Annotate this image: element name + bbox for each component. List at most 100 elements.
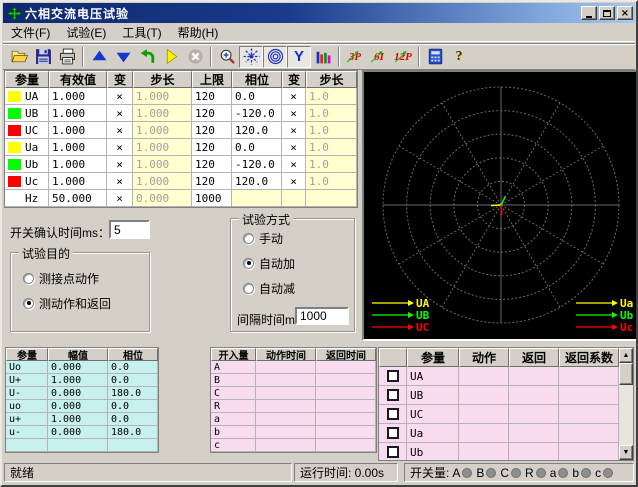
minimize-button[interactable]	[581, 6, 597, 20]
vary-toggle-cell[interactable]: ×	[282, 156, 306, 173]
print-button[interactable]	[55, 46, 79, 68]
vary-toggle-cell[interactable]: ×	[282, 105, 306, 122]
rms-cell[interactable]: 1.000	[49, 139, 107, 156]
vary-toggle-cell[interactable]: ×	[282, 88, 306, 105]
rms-cell[interactable]: 1.000	[49, 122, 107, 139]
step-cell[interactable]: 1.0	[306, 156, 357, 173]
scroll-up-button[interactable]: ▲	[619, 348, 633, 363]
step-cell[interactable]: 1.0	[306, 105, 357, 122]
vary-toggle-cell[interactable]: ×	[107, 122, 133, 139]
return-value-cell	[509, 424, 559, 443]
limit-cell[interactable]: 120	[192, 156, 232, 173]
radio-option-自动加[interactable]: 自动加	[243, 255, 354, 271]
scroll-down-button[interactable]: ▼	[619, 445, 633, 460]
phase-cell[interactable]: 0.0	[232, 88, 282, 105]
mode-3p-button[interactable]: 3P	[343, 46, 367, 68]
radio-indicator[interactable]	[243, 283, 254, 294]
maximize-button[interactable]	[599, 6, 615, 20]
vary-toggle-cell[interactable]	[282, 190, 306, 207]
zoom-button[interactable]	[215, 46, 239, 68]
step-cell[interactable]: 1.000	[133, 122, 192, 139]
phase-color-swatch	[8, 91, 21, 102]
step-cell[interactable]: 1.000	[133, 88, 192, 105]
help-button[interactable]: ?	[447, 46, 471, 68]
row-checkbox[interactable]	[387, 408, 399, 420]
raise-button[interactable]	[87, 46, 111, 68]
step-cell[interactable]: 1.0	[306, 139, 357, 156]
phasor-star-view-button[interactable]	[239, 46, 263, 68]
rms-cell[interactable]: 50.000	[49, 190, 107, 207]
lower-button[interactable]	[111, 46, 135, 68]
vary-toggle-cell[interactable]: ×	[282, 173, 306, 190]
menu-test[interactable]: 试验(E)	[58, 22, 114, 43]
vary-toggle-cell[interactable]: ×	[107, 156, 133, 173]
close-button[interactable]: ×	[617, 6, 633, 20]
undo-button[interactable]	[135, 46, 159, 68]
step-cell[interactable]: 1.000	[133, 156, 192, 173]
phase-cell[interactable]: 120.0	[232, 122, 282, 139]
vector-y-view-button[interactable]: Y	[287, 46, 311, 68]
title-bar[interactable]: 六相交流电压试验 ×	[3, 3, 635, 23]
phase-cell[interactable]: 0.0	[232, 139, 282, 156]
sequence-row: u-0.000180.0	[6, 426, 158, 439]
rms-cell[interactable]: 1.000	[49, 88, 107, 105]
phase-cell[interactable]: 120.0	[232, 173, 282, 190]
phase-cell[interactable]	[232, 190, 282, 207]
vary-toggle-cell[interactable]: ×	[107, 105, 133, 122]
limit-cell[interactable]: 120	[192, 122, 232, 139]
radio-indicator[interactable]	[23, 298, 34, 309]
switch-confirm-input[interactable]	[109, 220, 150, 239]
scrollbar-thumb[interactable]	[619, 363, 633, 385]
step-cell[interactable]: 1.000	[133, 139, 192, 156]
circle-view-button[interactable]	[263, 46, 287, 68]
row-checkbox[interactable]	[387, 370, 399, 382]
vary-toggle-cell[interactable]: ×	[282, 139, 306, 156]
rms-cell[interactable]: 1.000	[49, 173, 107, 190]
mode-6i-button[interactable]: 6I	[367, 46, 391, 68]
open-button[interactable]	[7, 46, 31, 68]
vary-toggle-cell[interactable]: ×	[107, 88, 133, 105]
start-button[interactable]	[159, 46, 183, 68]
radio-option-测动作和返回[interactable]: 测动作和返回	[23, 295, 149, 311]
step-cell[interactable]: 1.000	[133, 173, 192, 190]
vary-toggle-cell[interactable]: ×	[282, 122, 306, 139]
step-cell[interactable]	[306, 190, 357, 207]
interval-input[interactable]	[295, 307, 349, 325]
vary-toggle-cell[interactable]: ×	[107, 139, 133, 156]
scrollbar[interactable]: ▲ ▼	[619, 348, 633, 460]
step-cell[interactable]: 1.0	[306, 122, 357, 139]
vary-toggle-cell[interactable]: ×	[107, 173, 133, 190]
phase-cell[interactable]: -120.0	[232, 156, 282, 173]
vary-toggle-cell[interactable]: ×	[107, 190, 133, 207]
bar-view-button[interactable]	[311, 46, 335, 68]
save-button[interactable]	[31, 46, 55, 68]
row-checkbox[interactable]	[387, 446, 399, 458]
mode-12p-button[interactable]: 12P	[391, 46, 415, 68]
limit-cell[interactable]: 1000	[192, 190, 232, 207]
limit-cell[interactable]: 120	[192, 105, 232, 122]
step-cell[interactable]: 1.0	[306, 173, 357, 190]
step-cell[interactable]: 1.000	[133, 105, 192, 122]
radio-option-自动减[interactable]: 自动减	[243, 280, 354, 296]
radio-indicator[interactable]	[243, 258, 254, 269]
radio-indicator[interactable]	[243, 233, 254, 244]
row-checkbox[interactable]	[387, 427, 399, 439]
rms-cell[interactable]: 1.000	[49, 156, 107, 173]
limit-cell[interactable]: 120	[192, 139, 232, 156]
rms-cell[interactable]: 1.000	[49, 105, 107, 122]
radio-option-测接点动作[interactable]: 测接点动作	[23, 270, 149, 286]
menu-tools[interactable]: 工具(T)	[114, 22, 169, 43]
phase-cell[interactable]: -120.0	[232, 105, 282, 122]
polar-spoke	[501, 205, 603, 264]
menu-file[interactable]: 文件(F)	[3, 22, 58, 43]
row-checkbox[interactable]	[387, 389, 399, 401]
param-row-Hz: Hz50.000×0.0001000	[5, 190, 357, 207]
calculator-button[interactable]	[423, 46, 447, 68]
limit-cell[interactable]: 120	[192, 88, 232, 105]
radio-option-手动[interactable]: 手动	[243, 230, 354, 246]
step-cell[interactable]: 1.0	[306, 88, 357, 105]
limit-cell[interactable]: 120	[192, 173, 232, 190]
step-cell[interactable]: 0.000	[133, 190, 192, 207]
menu-help[interactable]: 帮助(H)	[170, 22, 227, 43]
radio-indicator[interactable]	[23, 273, 34, 284]
